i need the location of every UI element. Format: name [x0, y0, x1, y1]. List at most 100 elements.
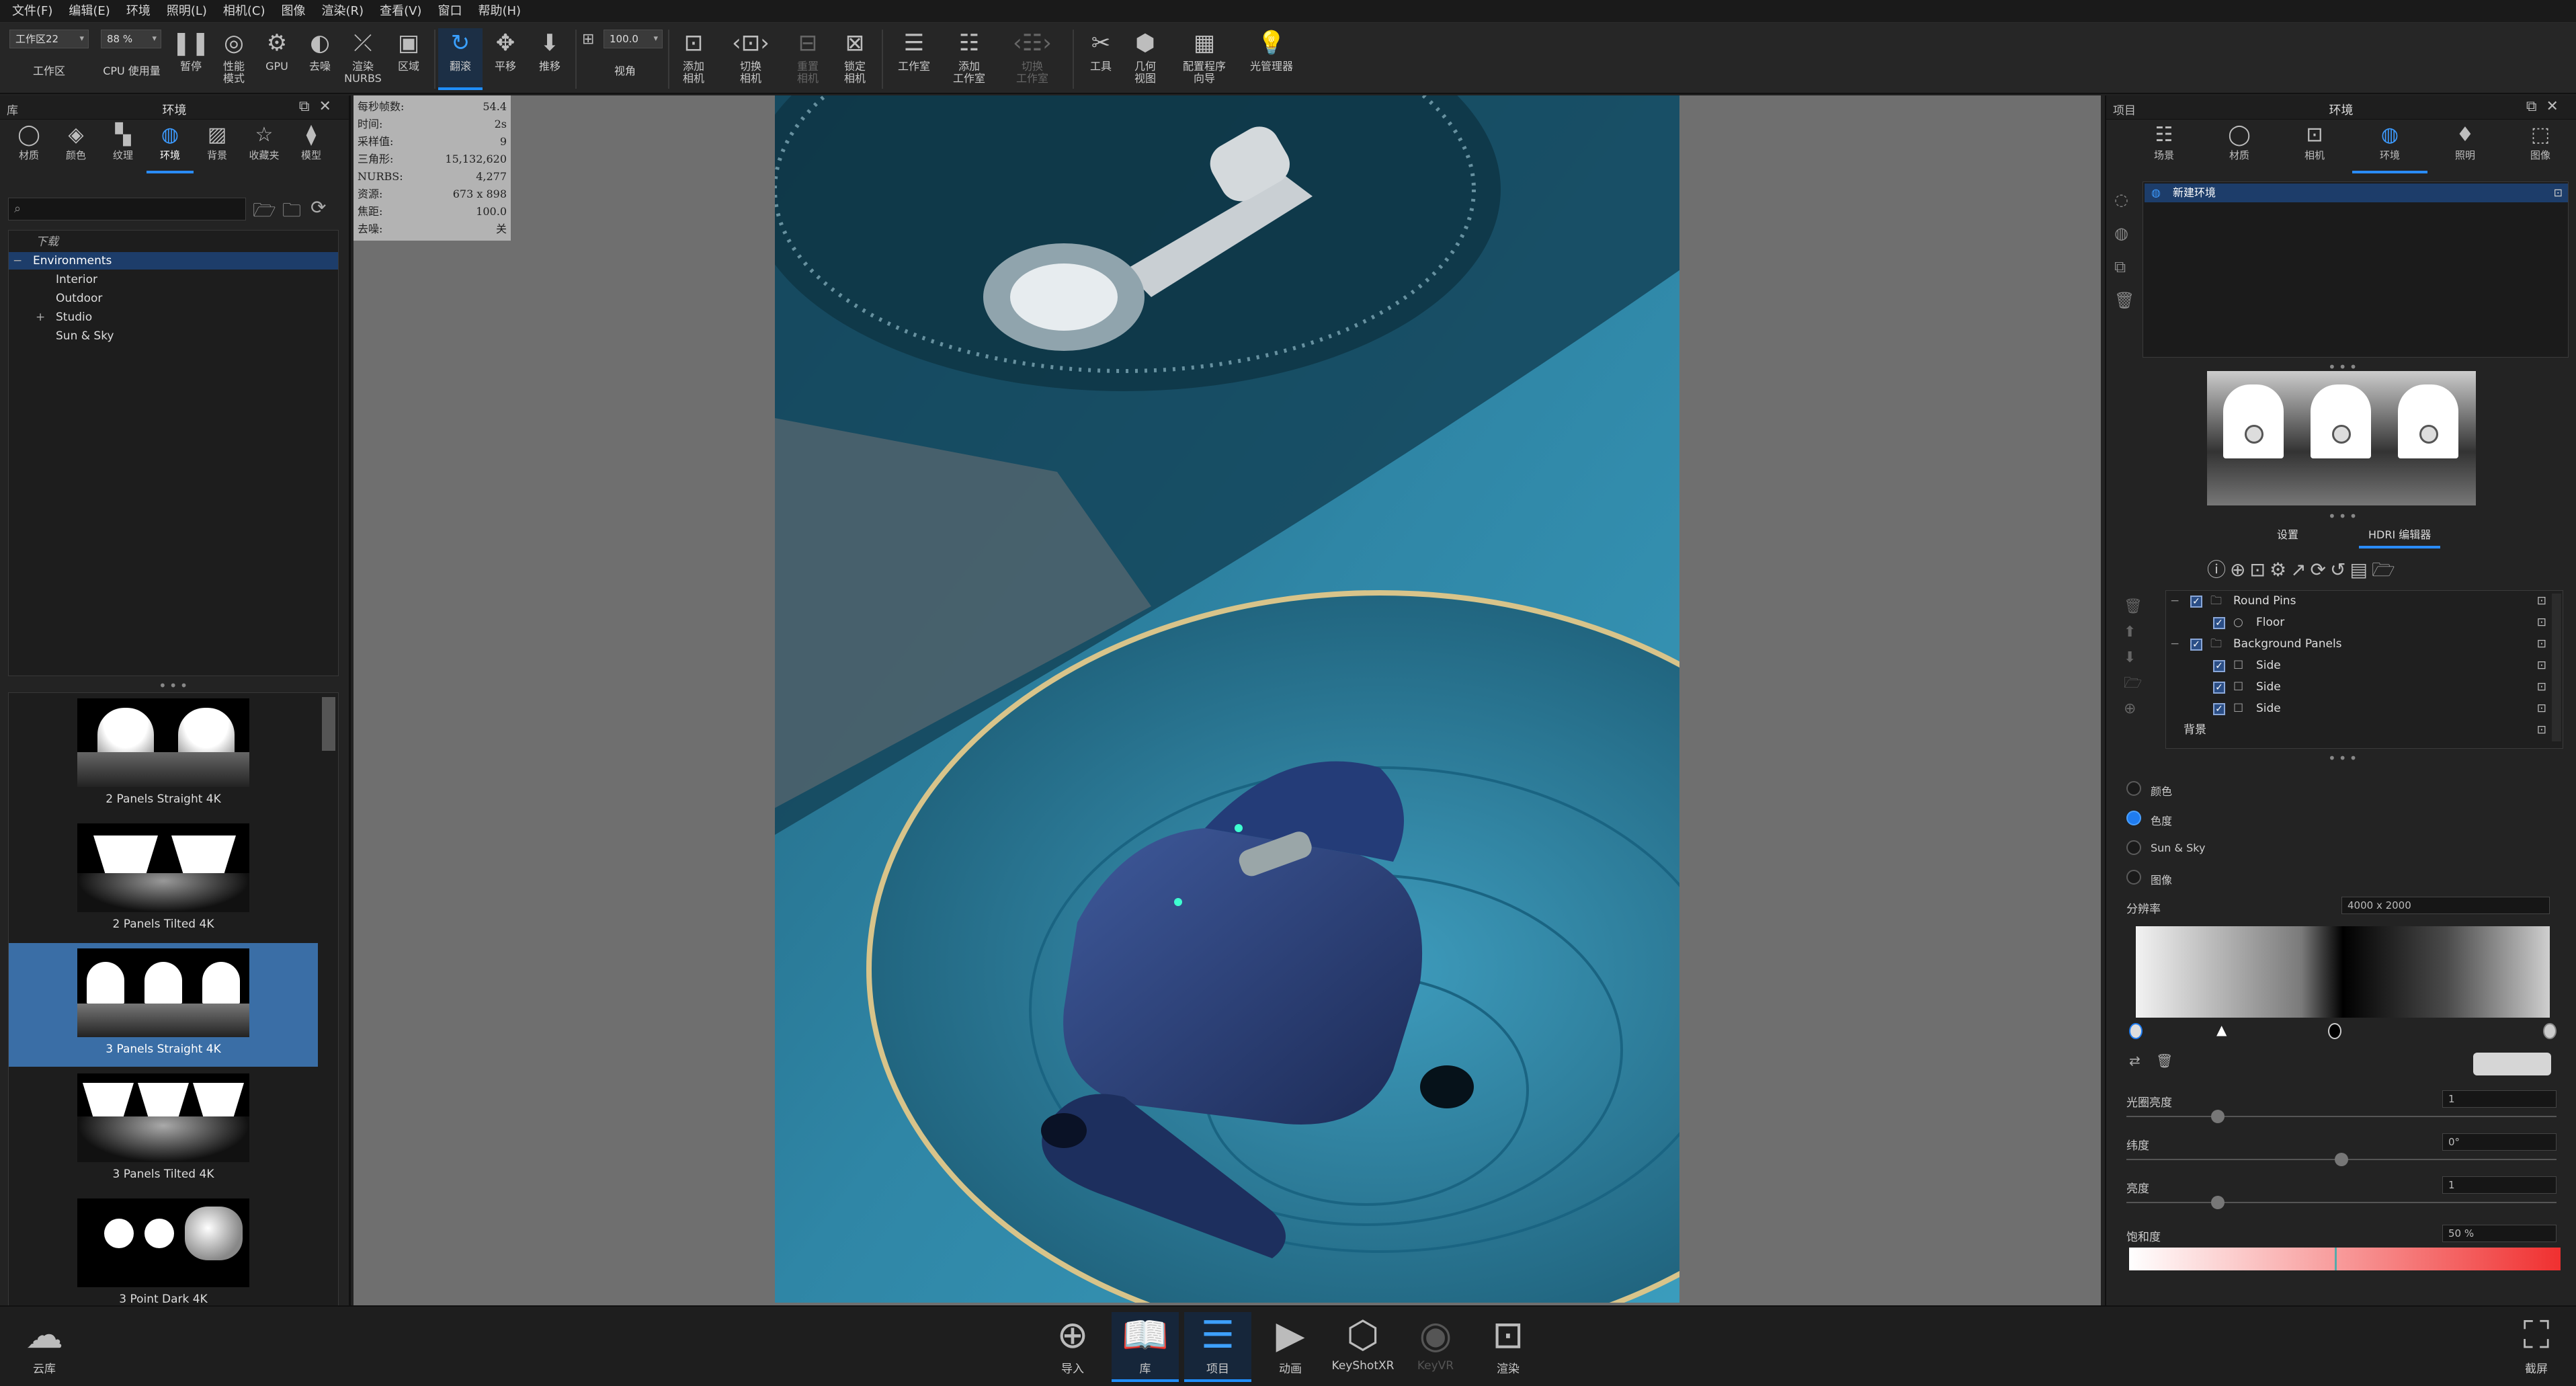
bg-color-radio[interactable] — [2126, 781, 2141, 796]
move-down-icon[interactable]: ⬇ — [2124, 645, 2143, 671]
lock-icon[interactable]: ⊡ — [2537, 634, 2546, 654]
thumbnail-3-panels-tilted[interactable]: 3 Panels Tilted 4K — [9, 1068, 318, 1192]
add-env-icon[interactable]: ◍ — [2114, 216, 2134, 250]
splitter-handle[interactable]: ••• — [2328, 508, 2360, 524]
export-icon[interactable]: ↗ — [2290, 559, 2310, 581]
splitter-handle[interactable]: ••• — [2328, 750, 2360, 766]
prop-field-latitude[interactable]: 0° — [2442, 1133, 2557, 1151]
tree-item-download[interactable]: 下载 — [9, 233, 338, 251]
prop-slider-brightness-aperture[interactable] — [2126, 1110, 2557, 1123]
tab-environment[interactable]: ◍ 环境 — [2352, 122, 2427, 173]
tab-color[interactable]: ◈ 颜色 — [52, 122, 99, 173]
performance-mode-button[interactable]: ◎ 性能 模式 — [212, 28, 255, 90]
switch-camera-button[interactable]: ‹⊡› 切换 相机 — [720, 28, 781, 90]
duplicate-env-icon[interactable]: ◌ — [2114, 183, 2134, 216]
prop-field-brightness-aperture[interactable]: 1 — [2442, 1090, 2557, 1108]
hdri-preview[interactable] — [2207, 371, 2476, 505]
layer-side-3[interactable]: ✓ ☐ Side ⊡ — [2166, 698, 2549, 719]
thumbnail-3-panels-straight[interactable]: 3 Panels Straight 4K — [9, 943, 318, 1067]
lock-icon[interactable]: ⊡ — [2537, 591, 2546, 611]
tab-materials[interactable]: ◯ 材质 — [2202, 122, 2277, 173]
layer-background[interactable]: 背景 ⊡ — [2166, 720, 2549, 740]
save-icon[interactable]: ▤ — [2350, 559, 2371, 581]
thumbnail-3-point-dark[interactable]: 3 Point Dark 4K — [9, 1193, 318, 1317]
screenshot-button[interactable]: ⛶ 截屏 — [2503, 1312, 2570, 1382]
tab-model[interactable]: ⧫ 模型 — [288, 122, 335, 173]
project-button[interactable]: ☰ 项目 — [1184, 1312, 1251, 1382]
render-image[interactable] — [775, 95, 1679, 1303]
layer-background-panels[interactable]: − ✓ 🗀 Background Panels ⊡ — [2166, 634, 2549, 654]
library-search-input[interactable]: ⌕ — [8, 198, 246, 220]
lock-icon[interactable]: ⊡ — [2554, 184, 2563, 202]
layer-side-1[interactable]: ✓ ☐ Side ⊡ — [2166, 655, 2549, 676]
cloud-library-button[interactable]: ☁ 云库 — [11, 1312, 78, 1382]
thumbnail-2-panels-tilted[interactable]: 2 Panels Tilted 4K — [9, 818, 318, 942]
delete-icon[interactable]: 🗑 — [2156, 1053, 2173, 1069]
tab-background[interactable]: ▨ 背景 — [194, 122, 241, 173]
tab-texture[interactable]: ▚ 纹理 — [99, 122, 147, 173]
light-pin-handle[interactable] — [2419, 425, 2438, 444]
fov-field[interactable]: 100.0 — [604, 30, 663, 48]
dolly-button[interactable]: ⬇ 推移 — [528, 28, 571, 90]
tab-settings[interactable]: 设置 — [2277, 526, 2298, 542]
tab-image[interactable]: ⬚ 图像 — [2503, 122, 2576, 173]
rotate-icon[interactable]: ⟳ — [2311, 559, 2330, 581]
reset-camera-button[interactable]: ⊟ 重置 相机 — [786, 28, 829, 90]
pause-button[interactable]: ❚❚ 暂停 — [169, 28, 212, 90]
library-button[interactable]: 📖 库 — [1112, 1312, 1179, 1382]
keyshotxr-button[interactable]: ⬡ KeyShotXR — [1329, 1312, 1397, 1382]
menu-help[interactable]: 帮助(H) — [470, 0, 529, 23]
refresh-icon[interactable]: ⟳ — [310, 196, 326, 218]
lock-camera-button[interactable]: ⊠ 锁定 相机 — [833, 28, 876, 90]
light-manager-button[interactable]: 💡 光管理器 — [1243, 28, 1300, 90]
lock-icon[interactable]: ⊡ — [2537, 612, 2546, 633]
import-button[interactable]: ⊕ 导入 — [1039, 1312, 1106, 1382]
lock-icon[interactable]: ⊡ — [2537, 677, 2546, 697]
env-list-item-new[interactable]: ◍ 新建环境 ⊡ — [2145, 184, 2568, 202]
gradient-preview[interactable] — [2136, 926, 2550, 1018]
layer-round-pins[interactable]: − ✓ 🗀 Round Pins ⊡ — [2166, 591, 2549, 611]
slider-knob[interactable] — [2211, 1196, 2225, 1209]
tumble-button[interactable]: ↻ 翻滚 — [438, 28, 483, 90]
render-nurbs-button[interactable]: ⤫ 渲染 NURBS — [341, 28, 384, 90]
denoise-button[interactable]: ◐ 去噪 — [298, 28, 341, 90]
configurator-wizard-button[interactable]: ▦ 配置程序 向导 — [1172, 28, 1237, 90]
render-button[interactable]: ⊡ 渲染 — [1474, 1312, 1542, 1382]
thumbnail-2-panels-straight[interactable]: 2 Panels Straight 4K — [9, 693, 318, 817]
layer-side-2[interactable]: ✓ ☐ Side ⊡ — [2166, 677, 2549, 697]
reset-icon[interactable]: ↺ — [2330, 559, 2350, 581]
slider-marker[interactable] — [2335, 1248, 2337, 1270]
bg-gradient-radio[interactable] — [2126, 811, 2141, 825]
add-camera-button[interactable]: ⊡ 添加 相机 — [672, 28, 715, 90]
copy-env-icon[interactable]: ⧉ — [2114, 250, 2134, 284]
light-pin-handle[interactable] — [2245, 425, 2263, 444]
animation-button[interactable]: ▶ 动画 — [1257, 1312, 1324, 1382]
panel-window-buttons[interactable]: ⧉✕ — [299, 98, 341, 115]
folder-icon[interactable]: 🗀 — [282, 196, 301, 229]
prop-field-saturation[interactable]: 50 % — [2442, 1225, 2557, 1242]
slider-knob[interactable] — [2335, 1153, 2348, 1166]
bg-image-radio[interactable] — [2126, 870, 2141, 885]
saturation-gradient-slider[interactable] — [2129, 1248, 2561, 1270]
tree-item-sun-sky[interactable]: Sun & Sky — [9, 327, 338, 345]
tree-item-environments[interactable]: − Environments — [9, 252, 338, 270]
cpu-usage-dropdown[interactable]: 88 % — [101, 30, 161, 48]
tab-favorites[interactable]: ☆ 收藏夹 — [241, 122, 288, 173]
gradient-stop-handle[interactable] — [2328, 1023, 2341, 1039]
delete-env-icon[interactable]: 🗑 — [2114, 284, 2134, 317]
swap-icon[interactable]: ⇄ — [2129, 1053, 2141, 1069]
pin-icon[interactable]: ⓘ — [2207, 559, 2230, 581]
sun-pin-icon[interactable]: ⊕ — [2230, 559, 2249, 581]
keyvr-button[interactable]: ◉ KeyVR — [1402, 1312, 1469, 1382]
gpu-button[interactable]: ⚙ GPU — [255, 28, 298, 90]
menu-edit[interactable]: 编辑(E) — [60, 0, 118, 23]
menu-image[interactable]: 图像 — [274, 0, 314, 23]
splitter-handle[interactable]: ••• — [159, 678, 190, 694]
geometry-view-button[interactable]: ⬢ 几何 视图 — [1124, 28, 1167, 90]
tools-button[interactable]: ✂ 工具 — [1079, 28, 1122, 90]
workspace-dropdown[interactable]: 工作区22 — [9, 30, 89, 48]
panel-window-buttons[interactable]: ⧉✕ — [2526, 98, 2568, 115]
light-pin-handle[interactable] — [2332, 425, 2351, 444]
tree-item-interior[interactable]: Interior — [9, 271, 338, 288]
menu-render[interactable]: 渲染(R) — [314, 0, 372, 23]
